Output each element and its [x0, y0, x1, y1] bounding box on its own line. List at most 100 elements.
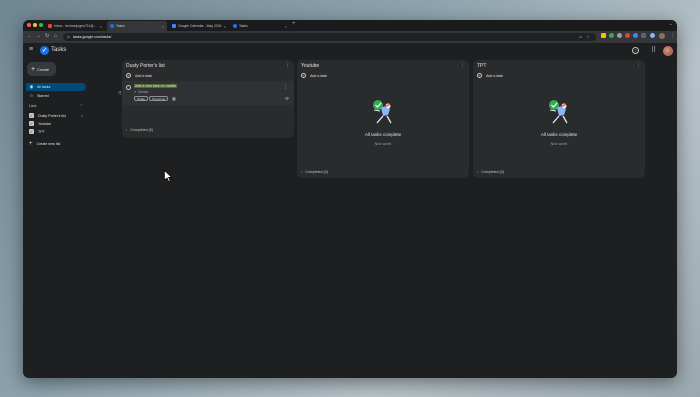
- add-task-label: Add a task: [310, 73, 327, 78]
- empty-state-title: All tasks complete: [364, 132, 402, 137]
- back-button[interactable]: ←: [27, 33, 32, 39]
- add-task-button[interactable]: + Add a task: [126, 73, 152, 78]
- sidebar-list-item[interactable]: ✓ TPT: [29, 129, 83, 134]
- url-text: tasks.google.com/tasks/: [73, 35, 112, 39]
- lists-header-label: Lists: [29, 104, 37, 108]
- close-tab-icon[interactable]: ×: [162, 24, 164, 29]
- tab-title: Tasks: [116, 24, 125, 28]
- tab-title: Inbox - techmojogeo711@...: [54, 24, 97, 28]
- lists-header[interactable]: Lists ⌃: [29, 104, 83, 108]
- chevron-right-icon: ›: [477, 170, 479, 174]
- nav-label: All tasks: [37, 85, 51, 89]
- home-button[interactable]: ⌂: [54, 33, 57, 39]
- nav-label: Starred: [37, 94, 49, 98]
- list-options-icon[interactable]: ⋮: [285, 62, 290, 68]
- profile-avatar[interactable]: [659, 33, 665, 39]
- extension-icon[interactable]: [609, 33, 614, 38]
- sidebar-list-item[interactable]: ✓ Dusty Porter's list 1: [29, 113, 83, 118]
- tab-title: Google Calendar - May 2024: [178, 24, 222, 28]
- site-info-icon[interactable]: ⊜: [67, 35, 70, 39]
- list-title: Youtube: [301, 63, 320, 69]
- new-tab-button[interactable]: +: [292, 21, 296, 27]
- calendar-icon[interactable]: ▦: [172, 96, 176, 101]
- complete-task-toggle[interactable]: [126, 85, 131, 90]
- checkbox-icon[interactable]: ✓: [29, 121, 34, 126]
- list-options-icon[interactable]: ⋮: [460, 62, 465, 68]
- empty-state-subtitle: Nice work!: [374, 142, 392, 146]
- extension-icon[interactable]: [601, 33, 606, 38]
- task-options-icon[interactable]: ⋮: [283, 84, 288, 90]
- list-label: Dusty Porter's list: [38, 113, 66, 118]
- tasks-logo-icon: ✓: [40, 46, 49, 55]
- close-window-button[interactable]: [27, 23, 31, 27]
- close-tab-icon[interactable]: ×: [100, 24, 102, 29]
- nav-starred[interactable]: ☆ Starred: [26, 92, 86, 100]
- all-tasks-complete-illustration: [549, 100, 568, 124]
- close-tab-icon[interactable]: ×: [285, 24, 287, 29]
- extensions-puzzle-icon[interactable]: [641, 33, 646, 38]
- tomorrow-chip[interactable]: Tomorrow: [149, 96, 169, 101]
- browser-tab[interactable]: Tasks ×: [230, 21, 290, 31]
- empty-state-title: All tasks complete: [540, 132, 578, 137]
- completed-label: Completed (0): [130, 128, 153, 132]
- maximize-window-button[interactable]: [39, 23, 43, 27]
- tasks-icon: [110, 24, 114, 28]
- extension-icon[interactable]: [650, 33, 655, 38]
- browser-tab[interactable]: Google Calendar - May 2024 ×: [169, 21, 229, 31]
- chevron-down-icon[interactable]: ⌄: [669, 21, 673, 27]
- create-button[interactable]: + Create: [27, 62, 56, 76]
- star-icon: ☆: [29, 93, 34, 98]
- browser-tab[interactable]: Inbox - techmojogeo711@... ×: [45, 21, 105, 31]
- address-bar[interactable]: ⊜ tasks.google.com/tasks/ ▭ ☆: [63, 33, 596, 41]
- extension-icon[interactable]: [617, 33, 622, 38]
- minimize-window-button[interactable]: [33, 23, 37, 27]
- create-new-list-button[interactable]: + Create new list: [29, 141, 60, 147]
- more-menu-icon[interactable]: ⋮: [670, 33, 675, 39]
- today-chip[interactable]: Today: [134, 96, 149, 101]
- chevron-right-icon: ›: [301, 170, 303, 174]
- list-title: Dusty Porter's list: [126, 63, 165, 69]
- browser-tab[interactable]: Tasks ×: [107, 21, 167, 31]
- forward-button[interactable]: →: [36, 33, 41, 39]
- task-list-column: Youtube ⋮ + Add a task All tasks complet…: [297, 60, 469, 178]
- list-label: TPT: [38, 129, 45, 134]
- plus-icon: +: [29, 141, 33, 147]
- drag-handle-icon[interactable]: ⠿: [118, 91, 122, 97]
- install-app-icon[interactable]: ▭: [579, 34, 583, 39]
- close-tab-icon[interactable]: ×: [224, 24, 226, 29]
- bookmark-star-icon[interactable]: ☆: [586, 34, 590, 39]
- sidebar-list-item[interactable]: ✓ Youtube: [29, 121, 83, 126]
- add-task-button[interactable]: + Add a task: [477, 73, 503, 78]
- reload-button[interactable]: ↻: [45, 33, 49, 39]
- plus-icon: +: [31, 65, 36, 73]
- completed-label: Completed (0): [481, 170, 504, 174]
- completed-toggle[interactable]: › Completed (0): [126, 128, 153, 132]
- extension-icon[interactable]: [625, 33, 630, 38]
- add-task-label: Add a task: [486, 73, 503, 78]
- calendar-icon: [172, 24, 176, 28]
- checkbox-icon[interactable]: ✓: [29, 129, 34, 134]
- task-details[interactable]: ≡ Details: [134, 90, 148, 94]
- tab-title: Tasks: [239, 24, 248, 28]
- repeat-icon[interactable]: ⟳: [285, 96, 289, 102]
- chevron-up-icon[interactable]: ⌃: [80, 104, 83, 108]
- task-title-input[interactable]: Add a new task on mobile: [134, 84, 178, 88]
- help-icon[interactable]: ?: [632, 47, 639, 54]
- task-item[interactable]: ⠿ Add a new task on mobile ≡ Details ⋮ T…: [118, 81, 294, 105]
- google-apps-icon[interactable]: ⠿: [651, 46, 656, 54]
- nav-all-tasks[interactable]: ◉ All tasks: [26, 83, 86, 91]
- create-new-list-label: Create new list: [36, 142, 61, 146]
- account-avatar[interactable]: [663, 46, 673, 56]
- completed-toggle[interactable]: › Completed (0): [477, 170, 504, 174]
- list-options-icon[interactable]: ⋮: [636, 62, 641, 68]
- extension-icon[interactable]: [633, 33, 638, 38]
- main-menu-icon[interactable]: ≡: [29, 46, 33, 53]
- add-task-label: Add a task: [135, 73, 152, 78]
- address-bar-actions: ▭ ☆: [579, 34, 590, 39]
- add-task-icon: +: [301, 73, 306, 78]
- add-task-button[interactable]: + Add a task: [301, 73, 327, 78]
- check-circle-icon: ◉: [29, 84, 34, 89]
- completed-toggle[interactable]: › Completed (0): [301, 170, 328, 174]
- completed-label: Completed (0): [305, 170, 328, 174]
- checkbox-icon[interactable]: ✓: [29, 113, 34, 118]
